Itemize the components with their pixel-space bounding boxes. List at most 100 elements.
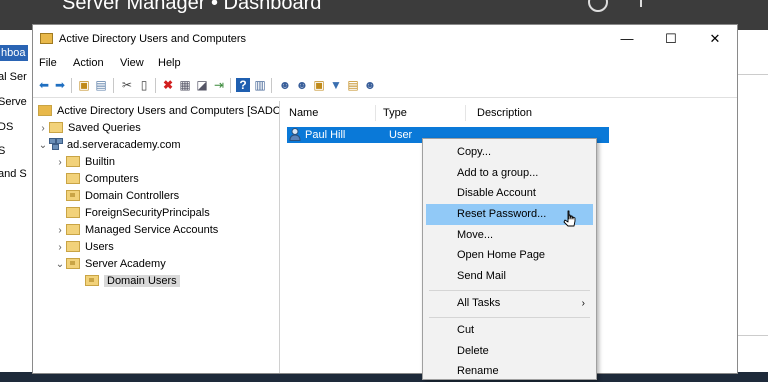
tree-item-domain-controllers[interactable]: Domain Controllers	[66, 188, 179, 205]
window-title: Active Directory Users and Computers	[59, 33, 247, 45]
refresh-icon[interactable]: ◪	[195, 78, 209, 92]
tree-label: Saved Queries	[68, 122, 141, 134]
properties-icon[interactable]: ▦	[178, 78, 192, 92]
chevron-right-icon: ›	[581, 298, 585, 309]
ou-folder-icon	[66, 258, 80, 269]
toolbar-separator	[71, 78, 72, 93]
forward-arrow-icon[interactable]: ➡	[53, 78, 67, 92]
divider	[736, 335, 768, 336]
export-list-icon[interactable]: ⇥	[212, 78, 226, 92]
menu-item-cut[interactable]: Cut	[426, 320, 593, 341]
tree-item-root[interactable]: Active Directory Users and Computers [SA…	[38, 103, 280, 120]
sm-nav-dashboard[interactable]: hboa	[0, 45, 29, 61]
chevron-right-icon[interactable]: ›	[54, 154, 66, 171]
minimize-button[interactable]: —	[605, 25, 649, 53]
tree-label: Builtin	[85, 156, 115, 168]
sm-nav-all-servers[interactable]: Serve	[0, 94, 27, 110]
column-header-type[interactable]: Type	[383, 105, 407, 121]
new-user-icon[interactable]: ☻	[278, 78, 292, 92]
server-manager-nav: hboa al Ser Serve DS S and S	[0, 30, 32, 372]
folder-icon	[66, 207, 80, 218]
tree-item-managed-service-accounts[interactable]: › Managed Service Accounts	[54, 222, 218, 239]
sm-nav-dns[interactable]: S	[0, 143, 5, 159]
menu-view[interactable]: View	[120, 57, 144, 69]
chevron-down-icon[interactable]: ⌄	[37, 137, 49, 154]
menu-item-disable-account[interactable]: Disable Account	[426, 183, 593, 204]
menu-help[interactable]: Help	[158, 57, 181, 69]
toolbar-separator	[113, 78, 114, 93]
menu-separator	[429, 317, 590, 318]
tree-item-users[interactable]: › Users	[54, 239, 114, 256]
delete-icon[interactable]: ✖	[161, 78, 175, 92]
tree-item-saved-queries[interactable]: › Saved Queries	[37, 120, 141, 137]
server-manager-title: Server Manager • Dashboard	[62, 0, 322, 14]
console-tree: Active Directory Users and Computers [SA…	[35, 101, 280, 373]
aduc-window: Active Directory Users and Computers — ☐…	[32, 24, 738, 374]
tree-item-domain-users[interactable]: Domain Users	[85, 273, 180, 290]
column-header-description[interactable]: Description	[477, 105, 532, 121]
chevron-right-icon[interactable]: ›	[54, 239, 66, 256]
new-group-icon[interactable]: ☻	[295, 78, 309, 92]
window-titlebar[interactable]: Active Directory Users and Computers — ☐…	[33, 25, 737, 53]
toolbar-separator	[155, 78, 156, 93]
toolbar-separator	[230, 78, 231, 93]
maximize-button[interactable]: ☐	[649, 25, 693, 53]
tree-item-foreign-security-principals[interactable]: ForeignSecurityPrincipals	[66, 205, 210, 222]
user-type-cell: User	[389, 129, 413, 141]
divider	[736, 74, 768, 75]
menu-file[interactable]: File	[39, 57, 57, 69]
toolbar: ⬅ ➡ ▣ ▤ ✂ ▯ ✖ ▦ ◪ ⇥ ? ▥ ☻ ☻ ▣ ▼ ▤ ☻	[33, 73, 737, 98]
tree-label: ForeignSecurityPrincipals	[85, 207, 210, 219]
column-divider[interactable]	[465, 105, 466, 121]
chevron-down-icon[interactable]: ⌄	[54, 256, 66, 273]
tree-item-computers[interactable]: Computers	[66, 171, 139, 188]
filter-icon[interactable]: ▼	[329, 78, 343, 92]
show-tree-icon[interactable]: ▤	[94, 78, 108, 92]
tree-label: Computers	[85, 173, 139, 185]
menu-item-open-home-page[interactable]: Open Home Page	[426, 245, 593, 266]
find-icon[interactable]: ▤	[346, 78, 360, 92]
chevron-right-icon[interactable]: ›	[37, 120, 49, 137]
tree-item-builtin[interactable]: › Builtin	[54, 154, 115, 171]
folder-icon	[66, 156, 80, 167]
back-arrow-icon[interactable]: ⬅	[37, 78, 51, 92]
cut-icon[interactable]: ✂	[120, 78, 134, 92]
console-icon[interactable]: ▥	[253, 78, 267, 92]
sm-nav-file-storage[interactable]: and S	[0, 166, 27, 182]
flag-icon[interactable]	[640, 0, 642, 7]
copy-icon[interactable]: ▯	[137, 78, 151, 92]
menu-item-all-tasks[interactable]: All Tasks ›	[426, 293, 593, 314]
tree-label: Active Directory Users and Computers [SA…	[57, 105, 280, 117]
aduc-app-icon	[40, 33, 53, 44]
chevron-right-icon[interactable]: ›	[54, 222, 66, 239]
tree-label: Domain Users	[104, 275, 180, 287]
aduc-root-icon	[38, 105, 52, 116]
add-to-group-icon[interactable]: ☻	[363, 78, 377, 92]
close-button[interactable]: ✕	[693, 25, 737, 53]
help-icon[interactable]: ?	[236, 78, 250, 92]
up-folder-icon[interactable]: ▣	[77, 78, 91, 92]
ou-folder-icon	[66, 190, 80, 201]
toolbar-separator	[271, 78, 272, 93]
column-divider[interactable]	[375, 105, 376, 121]
mouse-pointer-icon	[563, 210, 576, 227]
notification-circle-icon[interactable]	[588, 0, 608, 12]
tree-label: Domain Controllers	[85, 190, 180, 202]
menu-item-copy[interactable]: Copy...	[426, 142, 593, 163]
column-header-name[interactable]: Name	[289, 105, 318, 121]
context-menu: Copy... Add to a group... Disable Accoun…	[422, 138, 597, 380]
tree-item-domain[interactable]: ⌄ ad.serveracademy.com	[37, 137, 181, 154]
ou-folder-icon	[85, 275, 99, 286]
tree-label: ad.serveracademy.com	[67, 139, 181, 151]
tree-item-server-academy[interactable]: ⌄ Server Academy	[54, 256, 166, 273]
menu-item-delete[interactable]: Delete	[426, 341, 593, 362]
menu-item-label: All Tasks	[457, 297, 501, 309]
menu-action[interactable]: Action	[73, 57, 104, 69]
user-name-cell: Paul Hill	[305, 129, 346, 141]
menu-item-send-mail[interactable]: Send Mail	[426, 266, 593, 287]
sm-nav-local-server[interactable]: al Ser	[0, 69, 27, 85]
sm-nav-ad-ds[interactable]: DS	[0, 119, 13, 135]
new-ou-icon[interactable]: ▣	[312, 78, 326, 92]
domain-icon	[49, 138, 63, 150]
menu-item-add-to-group[interactable]: Add to a group...	[426, 163, 593, 184]
